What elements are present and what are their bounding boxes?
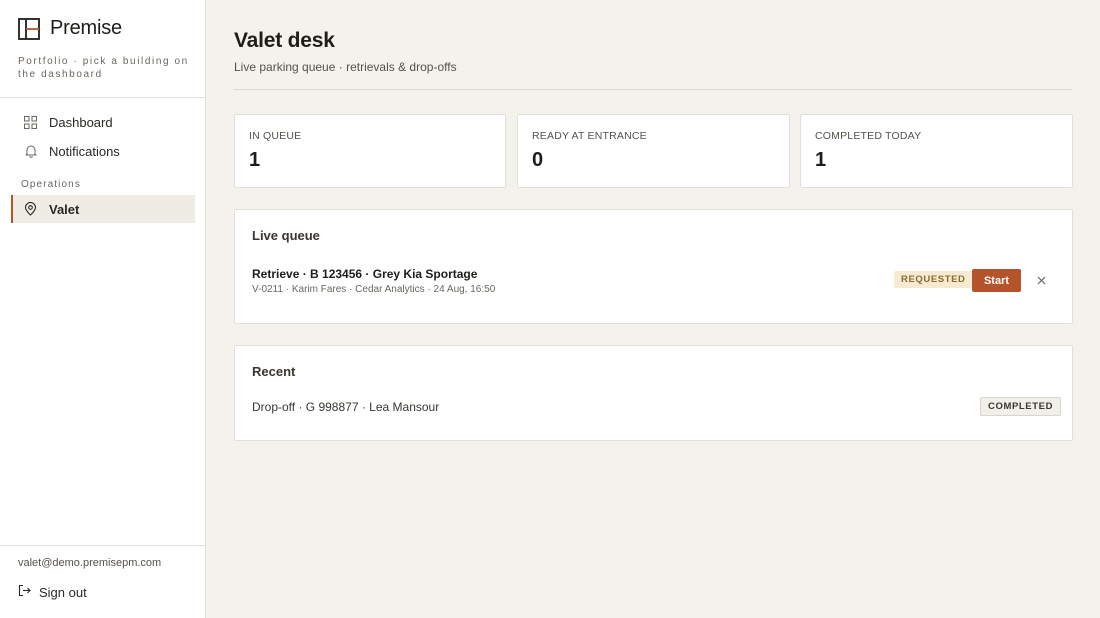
sign-out-button[interactable]: Sign out (18, 584, 87, 600)
sign-out-icon (18, 584, 31, 600)
sidebar-footer-divider (0, 545, 205, 546)
sidebar-divider (0, 97, 205, 98)
stat-card-in-queue: IN QUEUE 1 (234, 114, 506, 188)
bell-icon (23, 144, 38, 159)
brand[interactable]: Premise (18, 17, 122, 40)
grid-icon (23, 115, 38, 130)
brand-name: Premise (50, 17, 122, 39)
panel-title: Recent (252, 364, 296, 379)
stat-value: 1 (815, 149, 827, 171)
close-icon[interactable] (1033, 272, 1049, 288)
panel-title: Live queue (252, 228, 320, 243)
layout-panel-icon (18, 17, 40, 40)
brand-subtitle: Portfolio · pick a building on the dashb… (18, 56, 189, 80)
live-queue-panel: Live queue Retrieve · B 123456 · Grey Ki… (234, 209, 1073, 324)
page-subtitle: Live parking queue · retrievals & drop-o… (234, 60, 457, 74)
stat-label: IN QUEUE (249, 130, 302, 142)
header-divider (234, 89, 1072, 90)
sidebar-item-valet[interactable]: Valet (11, 195, 195, 223)
sidebar-item-label: Valet (49, 201, 80, 217)
sidebar-item-label: Notifications (49, 143, 120, 159)
sidebar-item-notifications[interactable]: Notifications (11, 137, 195, 165)
map-pin-icon (23, 202, 38, 217)
status-badge: COMPLETED (980, 397, 1062, 416)
sidebar: Premise Portfolio · pick a building on t… (0, 0, 206, 618)
queue-item-title: Retrieve · B 123456 · Grey Kia Sportage (252, 267, 478, 281)
sidebar-item-dashboard[interactable]: Dashboard (11, 108, 195, 136)
sign-out-label: Sign out (39, 584, 87, 600)
sidebar-section-label: Operations (21, 179, 81, 190)
stat-card-completed-today: COMPLETED TODAY 1 (800, 114, 1073, 188)
start-button[interactable]: Start (972, 269, 1021, 292)
stat-value: 1 (249, 149, 261, 171)
stat-card-ready-at-entrance: READY AT ENTRANCE 0 (517, 114, 790, 188)
user-email: valet@demo.premisepm.com (18, 557, 162, 569)
recent-item-text: Drop-off · G 998877 · Lea Mansour (252, 400, 440, 414)
status-badge: REQUESTED (894, 271, 973, 288)
queue-item-meta: V-0211 · Karim Fares · Cedar Analytics ·… (252, 284, 496, 295)
stat-label: COMPLETED TODAY (815, 130, 922, 142)
recent-panel: Recent Drop-off · G 998877 · Lea Mansour… (234, 345, 1073, 441)
sidebar-item-label: Dashboard (49, 114, 113, 130)
page-title: Valet desk (234, 29, 335, 52)
stat-label: READY AT ENTRANCE (532, 130, 647, 142)
stat-value: 0 (532, 149, 544, 171)
